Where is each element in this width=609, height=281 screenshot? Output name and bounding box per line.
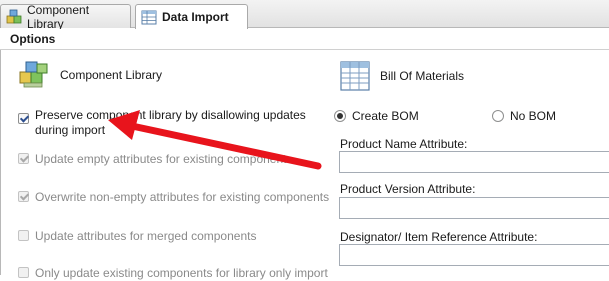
checkbox-overwrite-nonempty[interactable]: Overwrite non-empty attributes for exist… <box>18 190 329 205</box>
checkbox-only-update-existing-box[interactable] <box>18 267 29 278</box>
tab-component-library[interactable]: Component Library <box>0 2 131 31</box>
product-version-field[interactable] <box>339 197 609 219</box>
checkbox-preserve-library-box[interactable] <box>18 113 29 124</box>
checkbox-update-empty-label: Update empty attributes for existing com… <box>35 152 293 166</box>
checkbox-preserve-library-label: Preserve component library by disallowin… <box>35 108 306 138</box>
radio-no-bom[interactable]: No BOM <box>492 109 556 123</box>
panel-border <box>0 50 1 275</box>
product-name-field[interactable] <box>339 151 609 173</box>
bom-section-title: Bill Of Materials <box>340 61 464 91</box>
component-library-section-title: Component Library <box>18 60 162 90</box>
checkbox-preserve-library[interactable]: Preserve component library by disallowin… <box>18 108 306 138</box>
product-version-label: Product Version Attribute: <box>340 182 476 196</box>
checkbox-only-update-existing[interactable]: Only update existing components for libr… <box>18 266 328 281</box>
cubes-icon <box>6 9 22 25</box>
checkbox-update-merged-label: Update attributes for merged components <box>35 229 257 243</box>
checkbox-update-empty[interactable]: Update empty attributes for existing com… <box>18 152 292 167</box>
options-header: Options <box>0 29 609 50</box>
bill-of-materials-icon <box>340 61 370 91</box>
designator-label: Designator/ Item Reference Attribute: <box>340 230 538 244</box>
bom-title: Bill Of Materials <box>380 69 465 83</box>
radio-create-bom[interactable]: Create BOM <box>334 109 419 123</box>
tab-component-library-label: Component Library <box>27 2 90 31</box>
designator-field[interactable] <box>339 244 609 266</box>
tab-bar: Component Library Data Import <box>0 0 609 31</box>
component-library-icon <box>18 60 50 90</box>
checkbox-overwrite-nonempty-label: Overwrite non-empty attributes for exist… <box>35 190 330 204</box>
checkbox-preserve-library-label-line2: during import <box>35 123 106 137</box>
checkbox-overwrite-nonempty-box[interactable] <box>18 191 29 202</box>
checkbox-preserve-library-label-line1: Preserve component library by disallowin… <box>35 108 306 122</box>
product-name-label: Product Name Attribute: <box>340 137 468 151</box>
radio-create-bom-label: Create BOM <box>352 109 419 123</box>
radio-no-bom-label: No BOM <box>510 109 557 123</box>
table-import-icon <box>141 10 157 25</box>
checkbox-only-update-existing-label: Only update existing components for libr… <box>35 266 328 280</box>
component-library-title: Component Library <box>60 68 163 82</box>
checkbox-update-empty-box[interactable] <box>18 153 29 164</box>
checkbox-update-merged-box[interactable] <box>18 230 29 241</box>
checkbox-update-merged[interactable]: Update attributes for merged components <box>18 229 256 244</box>
radio-create-bom-indicator[interactable] <box>334 110 346 122</box>
tab-data-import-label: Data Import <box>162 10 229 24</box>
radio-no-bom-indicator[interactable] <box>492 110 504 122</box>
tab-data-import[interactable]: Data Import <box>135 4 248 29</box>
